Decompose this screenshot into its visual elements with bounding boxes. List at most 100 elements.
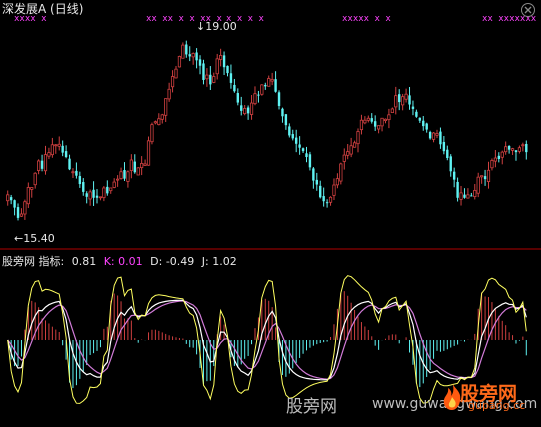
chart-title: 深发展A (日线) [2,2,84,16]
candle-body [167,88,171,100]
candle-body [510,148,515,151]
indicator-name: 股旁网 指标 [2,255,61,268]
candle-body [260,84,264,95]
high-price-value: 19.00 [205,20,237,33]
d-value: D: -0.49 [150,255,195,268]
candle-body [37,160,41,171]
candle-body [78,176,82,185]
candle-body [116,178,120,181]
candle-body [264,84,267,87]
candle-body [246,107,250,114]
candle-body [363,119,367,124]
candle-body [456,181,459,198]
candle-body [119,171,123,180]
candle-body [188,54,191,57]
candle-body [54,144,58,147]
candle-body [476,176,480,194]
candle-body [470,195,473,197]
candle-body [387,114,391,121]
candle-body [373,121,377,127]
candle-body [202,63,205,80]
candle-body [177,56,182,68]
candle-body [129,159,133,171]
candle-body [514,150,518,153]
candle-body [277,92,281,106]
candle-body [422,120,425,127]
candle-body [123,170,126,179]
candle-body [380,117,384,127]
chart-canvas[interactable]: xxxx x xx xx x x xx xx x x x xxxxx x x xx x… [0,0,541,427]
candle-body [335,178,340,186]
indicator-readout: 股旁网 指标: 0.81 K: 0.01 D: -0.49 J: 1.02 [2,255,241,268]
candle-body [64,151,68,158]
candle-body [449,156,452,172]
candle-body [61,145,64,153]
candle-body [319,185,322,198]
candle-body [82,182,85,192]
candle-body [291,134,294,139]
candle-body [85,193,88,197]
candle-body [312,168,315,181]
candle-body [483,176,487,180]
candle-body [233,84,236,92]
candle-body [205,74,209,80]
high-price-marker: ↓19.00 [196,20,237,33]
k-value: K: 0.01 [103,255,143,268]
candle-body [253,93,257,105]
candle-body [16,207,20,218]
candle-body [431,132,436,140]
stock-chart-window[interactable]: xxxx x xx xx x x xx xx x x x xxxxx x x xx x… [0,0,541,427]
candle-body [164,98,168,116]
candle-body [181,44,185,59]
candle-body [452,171,456,180]
candle-body [146,140,151,166]
candle-body [98,196,103,199]
candle-body [507,145,511,150]
high-arrow-icon: ↓ [196,20,206,33]
candle-body [308,154,312,168]
candle-body [525,143,528,153]
candle-body [408,95,411,105]
candle-body [267,78,271,87]
close-icon[interactable] [520,2,536,18]
candle-body [26,187,30,205]
candle-body [346,151,350,156]
candle-body [332,184,336,196]
candle-body [466,194,470,199]
candle-body [198,59,202,66]
low-arrow-icon: ← [14,232,24,245]
candle-body [442,141,446,152]
candle-body [404,93,408,100]
candle-body [257,94,260,96]
candle-body [229,73,233,83]
candle-body [212,76,216,83]
candle-body [30,187,34,190]
low-price-marker: ←15.40 [14,232,55,245]
candle-body [9,197,13,201]
candle-body [480,175,484,178]
candle-body [126,171,130,182]
candle-body [473,190,477,198]
candle-body [240,105,243,111]
candle-body [13,200,16,208]
candle-body [493,157,497,162]
candle-body [398,94,401,103]
candle-body [243,108,247,115]
candle-body [281,108,284,117]
candle-body [370,118,373,122]
candle-body [226,65,229,74]
candle-body [490,160,494,169]
candle-body [500,151,504,158]
candle-body [140,163,144,169]
candle-body [359,119,364,131]
candle-body [109,187,113,192]
candle-body [439,131,442,145]
j-value: J: 1.02 [201,255,237,268]
candle-body [301,148,305,152]
indicator-value: 0.81 [71,255,97,268]
candle-body [305,153,308,158]
candle-body [40,160,44,169]
candle-body [274,79,277,92]
candle-body [106,186,109,194]
candle-body [133,161,136,173]
